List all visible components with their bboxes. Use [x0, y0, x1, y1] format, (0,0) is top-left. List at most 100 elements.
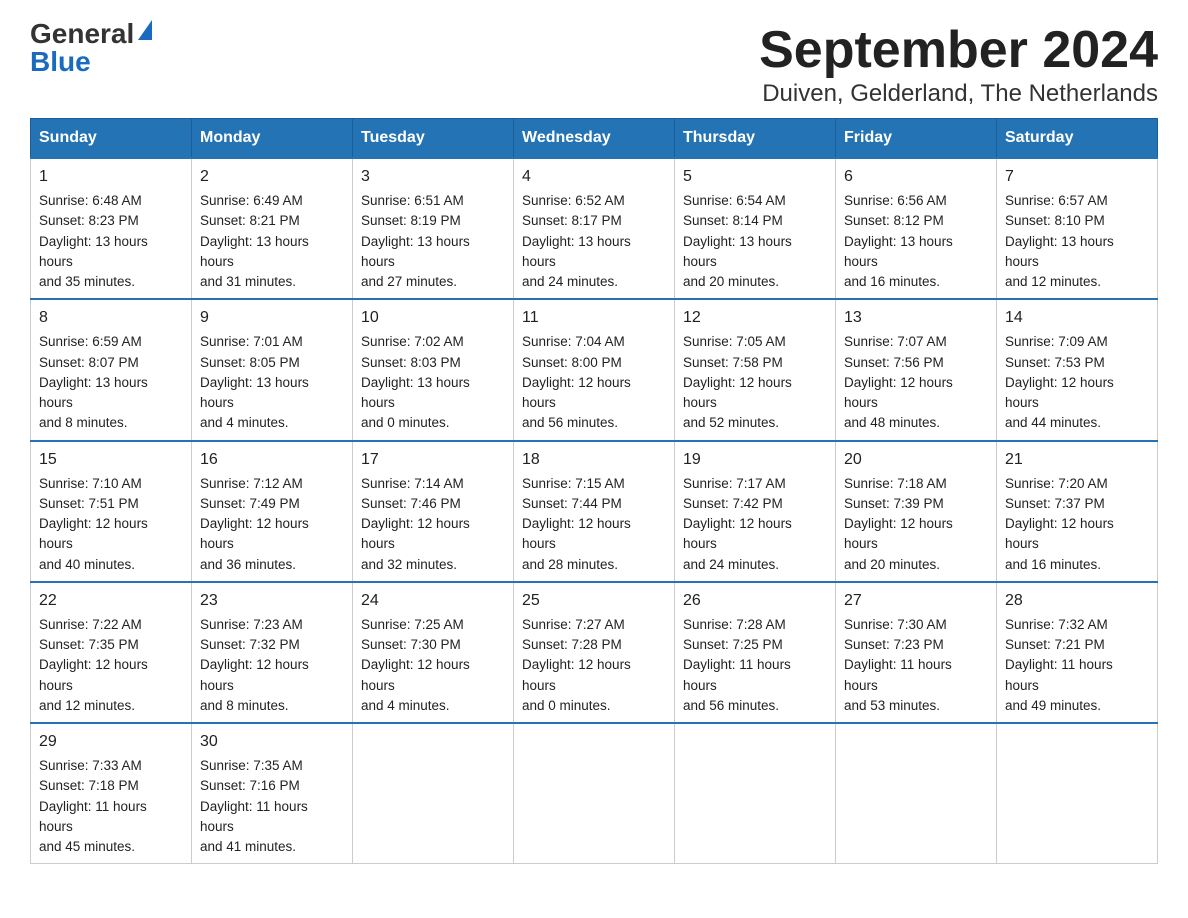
calendar-day-cell: 29Sunrise: 7:33 AMSunset: 7:18 PMDayligh… [31, 723, 192, 864]
sunset-text: Sunset: 7:53 PM [1005, 355, 1105, 370]
daylight-minutes-text: and 16 minutes. [844, 274, 940, 289]
daylight-minutes-text: and 31 minutes. [200, 274, 296, 289]
daylight-minutes-text: and 24 minutes. [683, 557, 779, 572]
calendar-day-cell: 12Sunrise: 7:05 AMSunset: 7:58 PMDayligh… [675, 299, 836, 440]
day-number: 6 [844, 165, 988, 189]
calendar-day-cell: 10Sunrise: 7:02 AMSunset: 8:03 PMDayligh… [353, 299, 514, 440]
sunrise-text: Sunrise: 7:14 AM [361, 476, 464, 491]
calendar-day-cell: 13Sunrise: 7:07 AMSunset: 7:56 PMDayligh… [836, 299, 997, 440]
sunset-text: Sunset: 7:16 PM [200, 778, 300, 793]
sunset-text: Sunset: 7:32 PM [200, 637, 300, 652]
page-title: September 2024 [759, 20, 1158, 80]
daylight-minutes-text: and 53 minutes. [844, 698, 940, 713]
weekday-header-thursday: Thursday [675, 119, 836, 159]
day-number: 22 [39, 589, 183, 613]
calendar-day-cell: 9Sunrise: 7:01 AMSunset: 8:05 PMDaylight… [192, 299, 353, 440]
weekday-header-monday: Monday [192, 119, 353, 159]
logo-blue-text: Blue [30, 48, 91, 76]
sunrise-text: Sunrise: 7:07 AM [844, 334, 947, 349]
daylight-text: Daylight: 12 hours hours [39, 516, 148, 551]
daylight-text: Daylight: 12 hours hours [522, 375, 631, 410]
sunrise-text: Sunrise: 7:09 AM [1005, 334, 1108, 349]
daylight-minutes-text: and 8 minutes. [39, 415, 128, 430]
calendar-week-row: 8Sunrise: 6:59 AMSunset: 8:07 PMDaylight… [31, 299, 1158, 440]
logo-general-text: General [30, 20, 134, 48]
sunrise-text: Sunrise: 7:20 AM [1005, 476, 1108, 491]
daylight-text: Daylight: 12 hours hours [844, 516, 953, 551]
daylight-minutes-text: and 4 minutes. [361, 698, 450, 713]
weekday-header-saturday: Saturday [997, 119, 1158, 159]
calendar-week-row: 22 Sunrise: 7:22 AM Sunset: 7:35 PM Dayligh… [31, 582, 1158, 723]
calendar-day-cell: 19Sunrise: 7:17 AMSunset: 7:42 PMDayligh… [675, 441, 836, 582]
daylight-text: Daylight: 11 hours hours [683, 657, 791, 692]
day-number: 5 [683, 165, 827, 189]
sunrise-text: Sunrise: 7:01 AM [200, 334, 303, 349]
daylight-minutes-text: and 52 minutes. [683, 415, 779, 430]
sunset-text: Sunset: 8:19 PM [361, 213, 461, 228]
daylight-text: Daylight: 12 hours hours [200, 657, 309, 692]
sunrise-text: Sunrise: 6:49 AM [200, 193, 303, 208]
day-number: 26 [683, 589, 827, 613]
page-subtitle: Duiven, Gelderland, The Netherlands [759, 80, 1158, 108]
daylight-text: Daylight: 11 hours hours [844, 657, 952, 692]
daylight-minutes-text: and 45 minutes. [39, 839, 135, 854]
daylight-text: Daylight: 12 hours hours [39, 657, 148, 692]
sunrise-text: Sunrise: 7:05 AM [683, 334, 786, 349]
sunrise-text: Sunrise: 7:18 AM [844, 476, 947, 491]
sunrise-text: Sunrise: 7:17 AM [683, 476, 786, 491]
day-number: 19 [683, 448, 827, 472]
sunset-text: Sunset: 8:05 PM [200, 355, 300, 370]
day-number: 29 [39, 730, 183, 754]
daylight-minutes-text: and 56 minutes. [522, 415, 618, 430]
calendar-day-cell: 23Sunrise: 7:23 AMSunset: 7:32 PMDayligh… [192, 582, 353, 723]
sunset-text: Sunset: 7:51 PM [39, 496, 139, 511]
day-number: 1 [39, 165, 183, 189]
day-number: 12 [683, 306, 827, 330]
calendar-header-row: SundayMondayTuesdayWednesdayThursdayFrid… [31, 119, 1158, 159]
daylight-text: Daylight: 13 hours hours [522, 234, 631, 269]
sunset-text: Sunset: 7:23 PM [844, 637, 944, 652]
daylight-text: Daylight: 12 hours hours [683, 516, 792, 551]
daylight-minutes-text: and 48 minutes. [844, 415, 940, 430]
daylight-text: Daylight: 13 hours hours [683, 234, 792, 269]
sunset-text: Sunset: 7:37 PM [1005, 496, 1105, 511]
sunrise-text: Sunrise: 6:56 AM [844, 193, 947, 208]
daylight-text: Daylight: 11 hours hours [200, 799, 308, 834]
day-number: 21 [1005, 448, 1149, 472]
sunset-text: Sunset: 8:03 PM [361, 355, 461, 370]
calendar-day-cell: 15Sunrise: 7:10 AMSunset: 7:51 PMDayligh… [31, 441, 192, 582]
sunrise-text: Sunrise: 7:10 AM [39, 476, 142, 491]
calendar-day-cell [514, 723, 675, 864]
weekday-header-wednesday: Wednesday [514, 119, 675, 159]
sunrise-text: Sunrise: 7:04 AM [522, 334, 625, 349]
daylight-minutes-text: and 0 minutes. [522, 698, 611, 713]
daylight-minutes-text: and 36 minutes. [200, 557, 296, 572]
day-number: 10 [361, 306, 505, 330]
sunset-text: Sunset: 7:35 PM [39, 637, 139, 652]
sunset-text: Sunset: 7:39 PM [844, 496, 944, 511]
daylight-text: Daylight: 12 hours hours [522, 657, 631, 692]
day-number: 25 [522, 589, 666, 613]
sunrise-text: Sunrise: 7:32 AM [1005, 617, 1108, 632]
daylight-minutes-text: and 0 minutes. [361, 415, 450, 430]
sunrise-text: Sunrise: 6:54 AM [683, 193, 786, 208]
daylight-text: Daylight: 13 hours hours [361, 234, 470, 269]
day-number: 3 [361, 165, 505, 189]
daylight-text: Daylight: 12 hours hours [361, 657, 470, 692]
sunset-text: Sunset: 7:30 PM [361, 637, 461, 652]
sunset-text: Sunset: 8:00 PM [522, 355, 622, 370]
sunrise-text: Sunrise: 7:27 AM [522, 617, 625, 632]
daylight-text: Daylight: 11 hours hours [1005, 657, 1113, 692]
sunset-text: Sunset: 7:58 PM [683, 355, 783, 370]
sunrise-text: Sunrise: 7:22 AM [39, 617, 142, 632]
day-number: 4 [522, 165, 666, 189]
day-number: 11 [522, 306, 666, 330]
daylight-text: Daylight: 13 hours hours [39, 234, 148, 269]
day-number: 17 [361, 448, 505, 472]
daylight-text: Daylight: 13 hours hours [1005, 234, 1114, 269]
page-header: General Blue September 2024 Duiven, Geld… [30, 20, 1158, 108]
sunrise-text: Sunrise: 6:48 AM [39, 193, 142, 208]
sunrise-text: Sunrise: 6:52 AM [522, 193, 625, 208]
calendar-day-cell: 26Sunrise: 7:28 AMSunset: 7:25 PMDayligh… [675, 582, 836, 723]
day-number: 16 [200, 448, 344, 472]
